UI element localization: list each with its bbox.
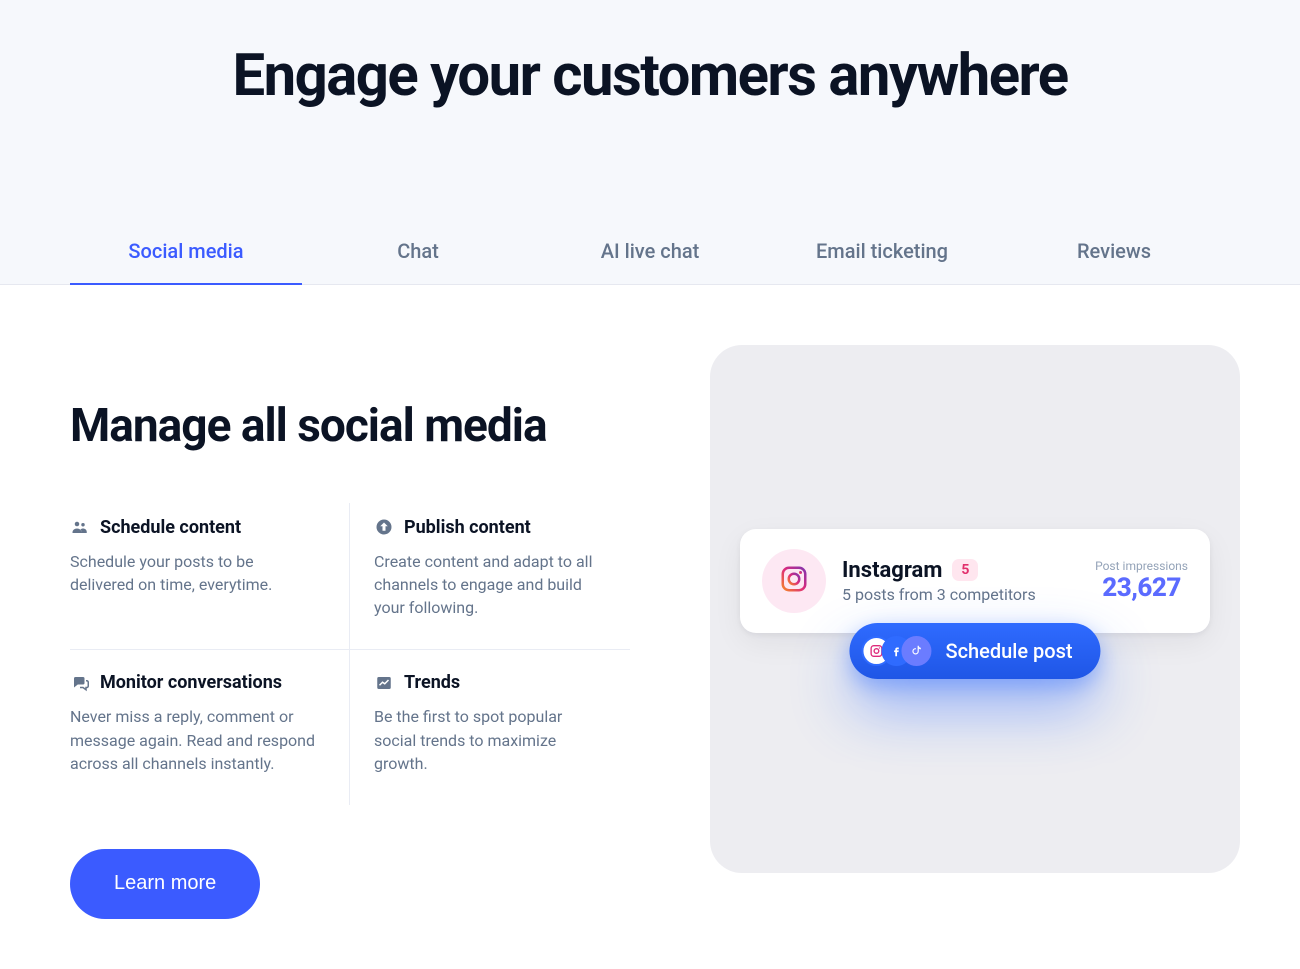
feature-publish-content: Publish content Create content and adapt… bbox=[350, 503, 630, 651]
feature-desc: Be the first to spot popular social tren… bbox=[374, 705, 606, 775]
feature-head: Monitor conversations bbox=[70, 672, 325, 693]
tab-label: AI live chat bbox=[601, 239, 700, 263]
feature-desc: Never miss a reply, comment or message a… bbox=[70, 705, 320, 775]
instagram-avatar bbox=[762, 549, 826, 613]
features-grid: Schedule content Schedule your posts to … bbox=[70, 503, 630, 805]
cta: Learn more bbox=[70, 849, 630, 919]
pill-avatars bbox=[861, 636, 931, 666]
arrow-up-circle-icon bbox=[374, 517, 394, 537]
left-column: Manage all social media Schedule content… bbox=[70, 345, 630, 919]
tab-reviews[interactable]: Reviews bbox=[998, 219, 1230, 284]
tab-label: Reviews bbox=[1077, 239, 1151, 263]
feature-head: Schedule content bbox=[70, 517, 325, 538]
tab-bar: Social media Chat AI live chat Email tic… bbox=[0, 219, 1300, 285]
content: Manage all social media Schedule content… bbox=[0, 285, 1300, 969]
tab-label: Email ticketing bbox=[816, 239, 948, 263]
feature-head: Publish content bbox=[374, 517, 606, 538]
channel-card: Instagram 5 5 posts from 3 competitors P… bbox=[740, 529, 1210, 633]
learn-more-button[interactable]: Learn more bbox=[70, 849, 260, 919]
chart-trend-icon bbox=[374, 673, 394, 693]
panel: Instagram 5 5 posts from 3 competitors P… bbox=[710, 345, 1240, 873]
feature-head: Trends bbox=[374, 672, 606, 693]
tab-ai-live-chat[interactable]: AI live chat bbox=[534, 219, 766, 284]
tab-chat[interactable]: Chat bbox=[302, 219, 534, 284]
schedule-post-button[interactable]: Schedule post bbox=[849, 623, 1100, 679]
hero: Engage your customers anywhere Social me… bbox=[0, 0, 1300, 285]
section-title: Manage all social media bbox=[70, 399, 630, 453]
pill-label: Schedule post bbox=[945, 639, 1072, 663]
card-main: Instagram 5 5 posts from 3 competitors bbox=[842, 558, 1095, 604]
chat-bubbles-icon bbox=[70, 673, 90, 693]
tab-email-ticketing[interactable]: Email ticketing bbox=[766, 219, 998, 284]
tab-social-media[interactable]: Social media bbox=[70, 219, 302, 284]
button-label: Learn more bbox=[114, 872, 216, 895]
feature-title: Trends bbox=[404, 672, 460, 693]
card-title-row: Instagram 5 bbox=[842, 558, 1095, 583]
card-right: Post impressions 23,627 bbox=[1095, 559, 1188, 603]
right-column: Instagram 5 5 posts from 3 competitors P… bbox=[710, 345, 1240, 873]
feature-title: Publish content bbox=[404, 517, 531, 538]
feature-desc: Schedule your posts to be delivered on t… bbox=[70, 550, 320, 596]
people-icon bbox=[70, 517, 90, 537]
tab-row: Social media Chat AI live chat Email tic… bbox=[70, 219, 1230, 284]
card-subtitle: 5 posts from 3 competitors bbox=[842, 585, 1095, 604]
page-title: Engage your customers anywhere bbox=[150, 45, 1150, 109]
count-badge: 5 bbox=[952, 559, 978, 581]
instagram-icon bbox=[779, 564, 809, 598]
tiktok-icon bbox=[901, 636, 931, 666]
tab-label: Chat bbox=[397, 239, 439, 263]
feature-title: Monitor conversations bbox=[100, 672, 282, 693]
impressions-value: 23,627 bbox=[1095, 573, 1188, 603]
feature-trends: Trends Be the first to spot popular soci… bbox=[350, 650, 630, 805]
content-inner: Manage all social media Schedule content… bbox=[70, 345, 1230, 919]
feature-title: Schedule content bbox=[100, 517, 241, 538]
feature-schedule-content: Schedule content Schedule your posts to … bbox=[70, 503, 350, 651]
feature-desc: Create content and adapt to all channels… bbox=[374, 550, 606, 620]
feature-monitor-conversations: Monitor conversations Never miss a reply… bbox=[70, 650, 350, 805]
channel-name: Instagram bbox=[842, 558, 942, 583]
tab-label: Social media bbox=[128, 239, 243, 263]
impressions-label: Post impressions bbox=[1095, 559, 1188, 573]
